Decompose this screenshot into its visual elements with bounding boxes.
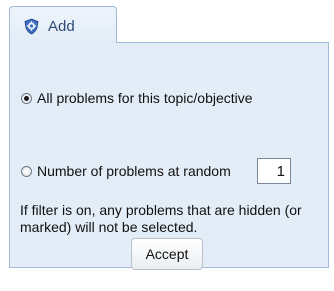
- tab-join: [10, 41, 116, 44]
- radio-random[interactable]: [21, 165, 32, 177]
- tab-add[interactable]: Add: [9, 6, 117, 43]
- accept-button[interactable]: Accept: [131, 238, 203, 270]
- option-random[interactable]: Number of problems at random: [21, 163, 231, 179]
- option-random-label: Number of problems at random: [37, 163, 231, 179]
- random-count-input[interactable]: [257, 158, 291, 184]
- radio-selected-dot: [24, 95, 29, 101]
- gear-shield-icon: [23, 18, 40, 35]
- radio-all-problems[interactable]: [21, 92, 32, 104]
- option-all-problems[interactable]: All problems for this topic/objective: [21, 90, 253, 106]
- option-all-problems-label: All problems for this topic/objective: [37, 90, 253, 106]
- filter-note: If filter is on, any problems that are h…: [20, 202, 302, 235]
- tab-label: Add: [48, 18, 75, 35]
